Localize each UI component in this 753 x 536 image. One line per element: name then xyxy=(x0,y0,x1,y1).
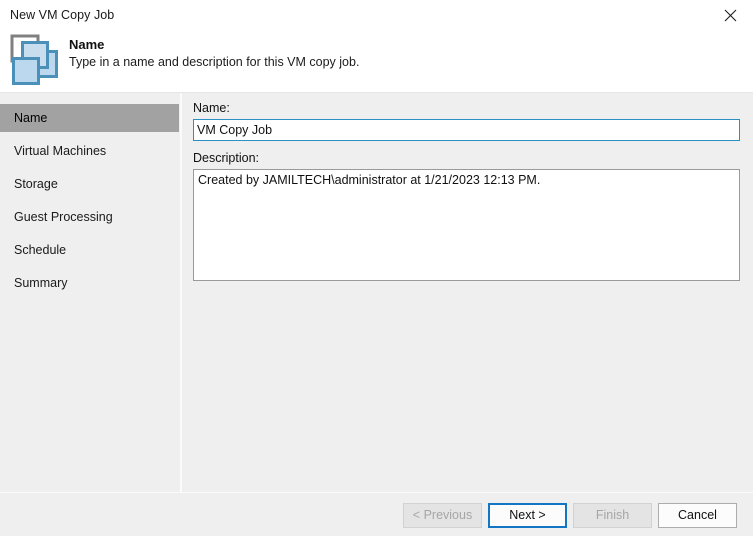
window-title: New VM Copy Job xyxy=(10,8,115,22)
dialog-body: Name Virtual Machines Storage Guest Proc… xyxy=(0,93,753,492)
sidebar-item-storage[interactable]: Storage xyxy=(0,170,179,198)
close-icon xyxy=(724,9,737,22)
title-bar: New VM Copy Job xyxy=(0,0,753,31)
sidebar-item-name[interactable]: Name xyxy=(0,104,179,132)
previous-button[interactable]: < Previous xyxy=(403,503,482,528)
job-name-input[interactable] xyxy=(193,119,740,141)
dialog-header: Name Type in a name and description for … xyxy=(0,31,753,93)
sidebar-item-guest-processing[interactable]: Guest Processing xyxy=(0,203,179,231)
close-button[interactable] xyxy=(707,0,753,31)
wizard-sidebar: Name Virtual Machines Storage Guest Proc… xyxy=(0,93,179,492)
header-title: Name xyxy=(69,37,105,52)
finish-button[interactable]: Finish xyxy=(573,503,652,528)
vm-copy-job-icon xyxy=(8,33,62,87)
header-subtitle: Type in a name and description for this … xyxy=(69,55,360,69)
sidebar-item-schedule[interactable]: Schedule xyxy=(0,236,179,264)
dialog-footer: < Previous Next > Finish Cancel xyxy=(0,492,753,536)
cancel-button[interactable]: Cancel xyxy=(658,503,737,528)
sidebar-item-virtual-machines[interactable]: Virtual Machines xyxy=(0,137,179,165)
wizard-content: Name: Description: xyxy=(182,93,753,492)
sidebar-item-summary[interactable]: Summary xyxy=(0,269,179,297)
description-label: Description: xyxy=(193,151,259,165)
name-label: Name: xyxy=(193,101,230,115)
job-description-textarea[interactable] xyxy=(193,169,740,281)
next-button[interactable]: Next > xyxy=(488,503,567,528)
new-vm-copy-job-dialog: New VM Copy Job Name Type in a name and … xyxy=(0,0,753,536)
